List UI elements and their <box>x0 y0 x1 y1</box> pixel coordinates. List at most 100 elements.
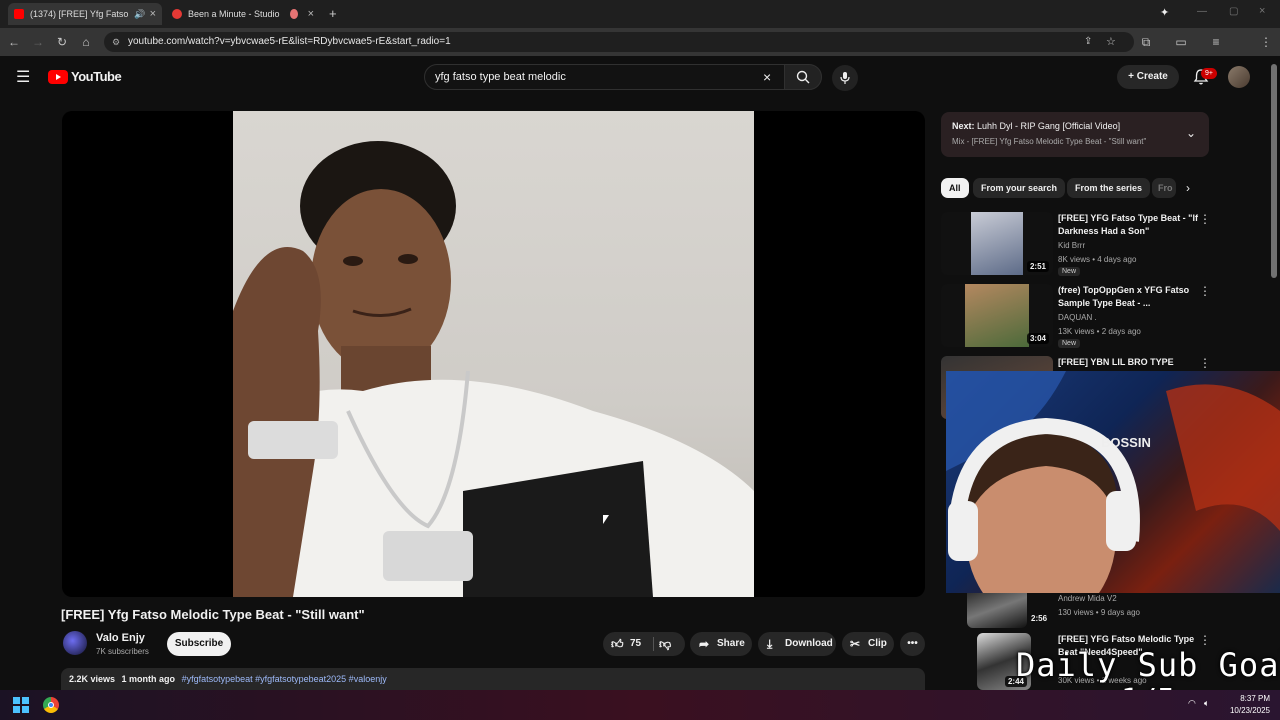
hashtags[interactable]: #yfgfatsotypebeat #yfgfatsotypebeat2025 … <box>182 674 387 684</box>
gemini-icon[interactable]: ✦ <box>1160 6 1169 19</box>
minimize-icon[interactable]: — <box>1197 6 1207 17</box>
microphone-icon <box>840 72 850 84</box>
like-count: 75 <box>630 638 642 649</box>
wifi-icon[interactable]: ◠ <box>1188 698 1196 709</box>
video-still-image <box>233 141 754 597</box>
cast-icon[interactable]: ▭ <box>1173 34 1189 50</box>
chrome-taskbar-icon[interactable] <box>43 697 59 713</box>
menu-kebab-icon[interactable]: ⋮ <box>1258 34 1274 50</box>
tab-third[interactable]: × <box>284 3 320 25</box>
media-icon[interactable]: ≡ <box>1208 34 1224 50</box>
close-window-icon[interactable]: × <box>1259 5 1265 17</box>
like-button[interactable]: 👍︎ 75 <box>603 632 653 656</box>
chip-all[interactable]: All <box>941 178 969 198</box>
more-actions-button[interactable]: ••• <box>900 632 925 656</box>
plus-icon: + <box>1128 71 1137 82</box>
search-button[interactable] <box>784 64 822 90</box>
channel-name: Kid Brrr <box>1058 241 1086 250</box>
browser-tab-bar: (1374) [FREE] Yfg Fatso Mel 🔊 × Been a M… <box>0 0 1280 28</box>
record-favicon-icon <box>290 9 298 19</box>
more-vertical-icon[interactable]: ⋮ <box>1199 357 1211 369</box>
recommended-video[interactable]: 2:51 [FREE] YFG Fatso Type Beat - "If Da… <box>941 212 1211 280</box>
maximize-icon[interactable]: ▢ <box>1229 6 1238 17</box>
extensions-icon[interactable]: ⧉ <box>1138 34 1154 50</box>
thumbnail-image <box>965 284 1029 347</box>
chevron-right-icon[interactable]: › <box>1186 181 1190 195</box>
search-input[interactable]: yfg fatso type beat melodic × <box>424 64 786 90</box>
more-vertical-icon[interactable]: ⋮ <box>1199 285 1211 297</box>
video-frame <box>233 111 754 597</box>
clear-search-icon[interactable]: × <box>763 65 771 89</box>
page-scrollbar[interactable] <box>1271 64 1277 278</box>
back-icon[interactable]: ← <box>6 34 22 50</box>
forward-icon[interactable]: → <box>30 34 46 50</box>
download-icon: ⤓ <box>767 637 773 651</box>
video-title: [FREE] Yfg Fatso Melodic Type Beat - "St… <box>61 607 365 622</box>
video-thumbnail[interactable]: 3:04 <box>941 284 1053 347</box>
chip-from-the-series[interactable]: From the series <box>1067 178 1151 198</box>
channel-avatar[interactable] <box>63 631 87 655</box>
divider <box>653 637 654 651</box>
chevron-down-icon[interactable]: ⌄ <box>1186 126 1196 140</box>
video-meta: 13K views • 2 days ago <box>1058 327 1141 336</box>
bookmark-star-icon[interactable]: ☆ <box>1106 32 1116 52</box>
user-avatar[interactable] <box>1228 66 1250 88</box>
next-video-title: Next: Luhh Dyl - RIP Gang [Official Vide… <box>952 121 1120 131</box>
sub-goal-label: Daily Sub Goal <box>1016 646 1280 684</box>
download-label: Download <box>785 638 833 649</box>
up-next-box[interactable]: Next: Luhh Dyl - RIP Gang [Official Vide… <box>941 112 1209 157</box>
chip-from-your-search[interactable]: From your search <box>973 178 1066 198</box>
youtube-logo[interactable]: YouTube <box>48 69 122 84</box>
site-info-icon[interactable]: ⚙ <box>112 32 120 52</box>
thumbs-down-icon[interactable]: 👎︎ <box>659 632 671 656</box>
speaker-icon[interactable]: 🔊 <box>134 9 145 20</box>
new-tab-icon[interactable]: + <box>329 6 337 21</box>
video-title: (free) TopOppGen x YFG Fatso Sample Type… <box>1058 285 1190 308</box>
create-button[interactable]: + Create <box>1117 65 1179 89</box>
video-meta: 8K views • 4 days ago <box>1058 255 1137 264</box>
windows-taskbar: ◠ 🔈︎ <box>0 690 1280 720</box>
channel-subscribers: 7K subscribers <box>96 647 149 656</box>
close-tab-icon[interactable]: × <box>308 8 314 20</box>
youtube-header: ☰ YouTube yfg fatso type beat melodic × … <box>0 56 1280 98</box>
video-thumbnail[interactable]: 2:51 <box>941 212 1053 275</box>
channel-name: DAQUAN . <box>1058 313 1097 322</box>
volume-icon[interactable]: 🔈︎ <box>1204 698 1209 709</box>
more-vertical-icon[interactable]: ⋮ <box>1199 213 1211 225</box>
subscribe-button[interactable]: Subscribe <box>167 632 231 656</box>
video-thumbnail[interactable] <box>967 588 1027 628</box>
upload-age: 1 month ago <box>121 674 176 684</box>
youtube-favicon-icon <box>14 9 24 19</box>
new-badge: New <box>1058 339 1081 348</box>
duration-badge: 2:51 <box>1026 261 1049 272</box>
video-title: [FREE] YFG Fatso Type Beat - "If Darknes… <box>1058 213 1198 236</box>
more-horizontal-icon: ••• <box>907 638 918 649</box>
download-button[interactable]: ⤓ Download <box>758 632 836 656</box>
search-icon <box>796 70 810 84</box>
chip-fro[interactable]: Fro <box>1152 178 1176 198</box>
voice-search-button[interactable] <box>832 65 858 91</box>
close-tab-icon[interactable]: × <box>150 8 156 20</box>
hamburger-menu-icon[interactable]: ☰ <box>16 67 30 87</box>
thumbnail-image <box>971 212 1023 275</box>
recommended-video[interactable]: 3:04 (free) TopOppGen x YFG Fatso Sample… <box>941 284 1211 352</box>
url-field[interactable]: ⚙ youtube.com/watch?v=ybvcwae5-rE&list=R… <box>104 32 1134 52</box>
clip-button[interactable]: ✂ Clip <box>842 632 894 656</box>
mouse-cursor-icon <box>603 515 609 524</box>
description-box[interactable]: 2.2K views 1 month ago #yfgfatsotypebeat… <box>61 668 925 690</box>
more-vertical-icon[interactable]: ⋮ <box>1199 634 1211 646</box>
windows-start-icon[interactable] <box>13 697 29 713</box>
share-button[interactable]: ➦ Share <box>690 632 752 656</box>
mix-label: Mix - [FREE] Yfg Fatso Melodic Type Beat… <box>952 137 1147 146</box>
home-icon[interactable]: ⌂ <box>78 34 94 50</box>
share-label: Share <box>717 638 745 649</box>
channel-name[interactable]: Valo Enjy <box>96 632 145 644</box>
tab-youtube[interactable]: (1374) [FREE] Yfg Fatso Mel 🔊 × <box>8 3 162 25</box>
clock-time[interactable]: 8:37 PM <box>1226 694 1270 703</box>
create-label: Create <box>1136 71 1168 82</box>
clock-date[interactable]: 10/23/2025 <box>1220 706 1270 715</box>
install-icon[interactable]: ⇪ <box>1084 32 1092 52</box>
video-player[interactable] <box>62 111 925 597</box>
reload-icon[interactable]: ↻ <box>54 34 70 50</box>
thumbs-up-icon: 👍︎ <box>611 637 624 651</box>
